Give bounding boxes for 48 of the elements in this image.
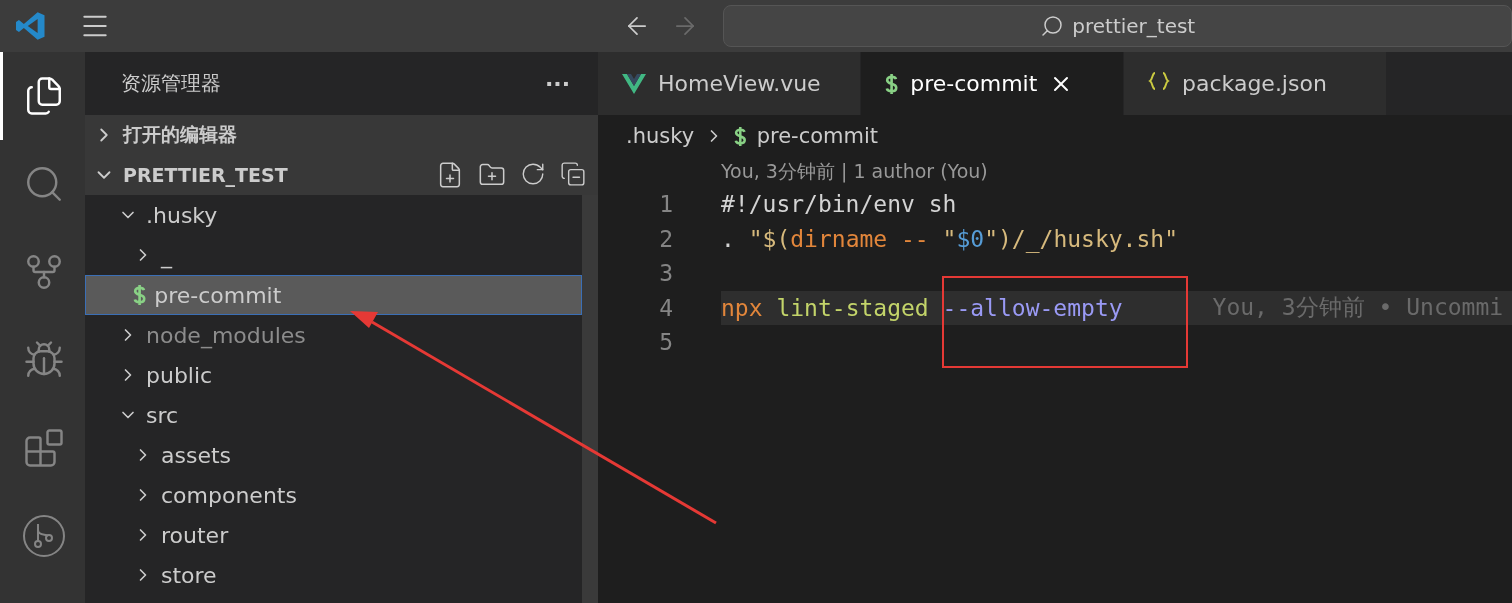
- dollar-icon: [734, 125, 747, 147]
- v-logo-icon: [622, 73, 646, 94]
- tree-item[interactable]: src: [85, 395, 582, 435]
- tree-item[interactable]: _: [85, 235, 582, 275]
- command-search-field[interactable]: prettier_test: [723, 5, 1512, 47]
- section-header[interactable]: PRETTIER_TEST: [85, 155, 598, 195]
- dollar-icon: [133, 284, 147, 306]
- code-token: .: [721, 225, 736, 252]
- more-actions-button[interactable]: ···: [544, 71, 570, 96]
- tree-item[interactable]: router: [85, 515, 582, 555]
- code-token: #!/usr/bin/env sh: [721, 191, 957, 218]
- code-token: lint-staged: [775, 294, 930, 321]
- breadcrumb-item[interactable]: pre-commit: [756, 124, 879, 148]
- line-number: 3: [658, 260, 673, 287]
- sidebar-title: 资源管理器: [121, 70, 221, 97]
- search-icon: [1040, 14, 1065, 38]
- code-token: $0: [956, 225, 985, 252]
- code-token: ": [942, 225, 957, 252]
- code-token: "$(: [748, 225, 791, 252]
- tree-item[interactable]: pre-commit: [85, 275, 582, 315]
- extensions-icon[interactable]: [23, 427, 65, 469]
- tree-item[interactable]: public: [85, 355, 582, 395]
- line-number: 5: [658, 329, 673, 356]
- editor-tab[interactable]: HomeView.vue: [598, 52, 861, 115]
- branch-circle-icon[interactable]: [22, 514, 66, 558]
- tree-item[interactable]: node_modules: [85, 315, 582, 355]
- editor-tab[interactable]: pre-commit: [861, 52, 1124, 115]
- collapse-all-icon[interactable]: [560, 161, 586, 187]
- code-token: ")/_/husky.sh": [984, 225, 1178, 252]
- line-number: 1: [658, 191, 673, 218]
- breadcrumb-item[interactable]: .husky: [626, 124, 695, 148]
- section-header[interactable]: 打开的编辑器: [85, 115, 598, 155]
- tree-item[interactable]: store: [85, 555, 582, 595]
- scrollbar[interactable]: [582, 195, 598, 603]
- code-token: npx: [721, 294, 763, 321]
- editor-tab[interactable]: package.json: [1124, 52, 1387, 115]
- code-token: --allow-empty: [942, 294, 1123, 321]
- blame-text: You, 3分钟前 • Uncommi: [1212, 293, 1504, 323]
- line-number: 2: [658, 225, 673, 252]
- code-token: dirname --: [790, 225, 930, 252]
- dollar-icon: [885, 72, 899, 95]
- line-number: 4: [658, 294, 673, 321]
- tree-item[interactable]: components: [85, 475, 582, 515]
- codelens-text[interactable]: You, 3分钟前 | 1 author (You): [598, 157, 1512, 187]
- refresh-icon[interactable]: [520, 161, 546, 187]
- tree-item[interactable]: .husky: [85, 195, 582, 235]
- app-logo-icon[interactable]: [15, 10, 47, 42]
- tree-item[interactable]: assets: [85, 435, 582, 475]
